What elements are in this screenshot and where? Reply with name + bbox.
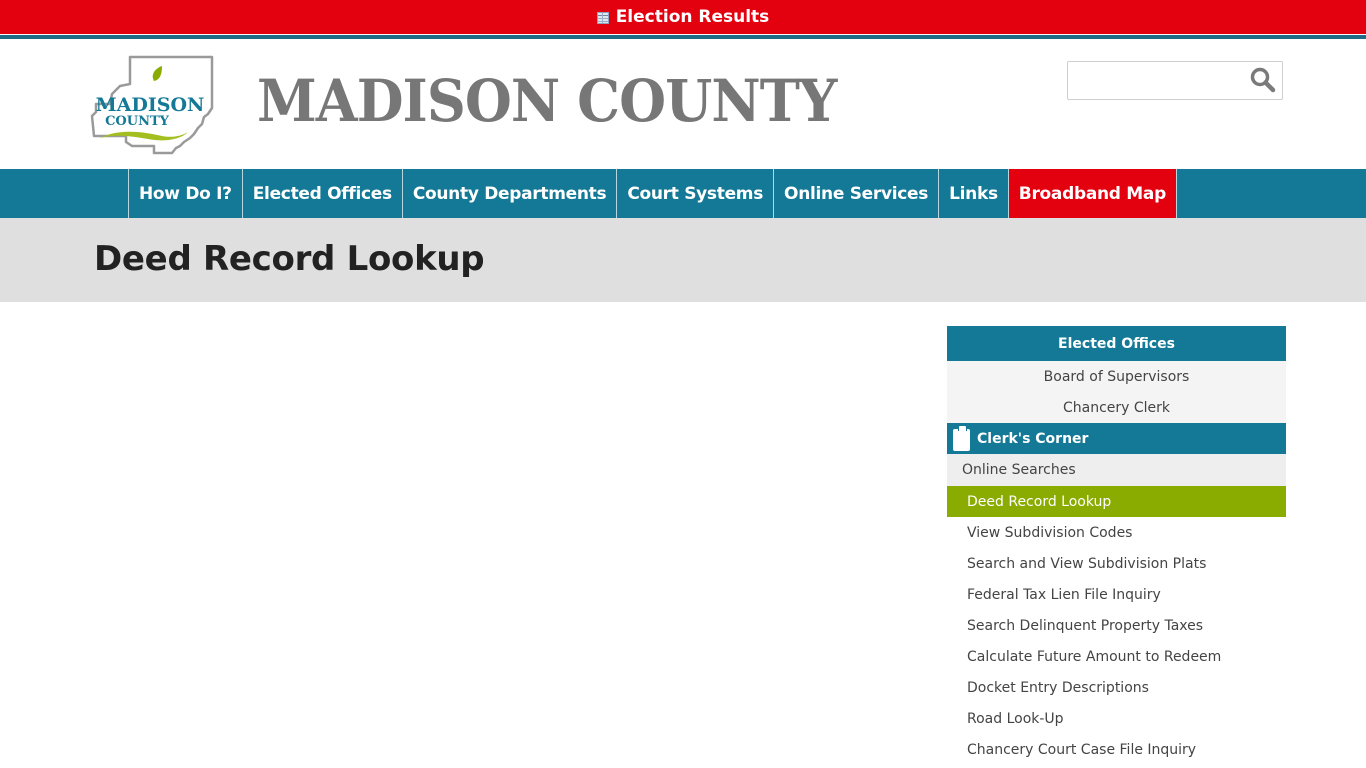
nav-item-online-services[interactable]: Online Services xyxy=(774,169,940,218)
alert-bar: Election Results xyxy=(0,0,1366,34)
table-icon xyxy=(596,12,609,24)
nav-item-court-systems[interactable]: Court Systems xyxy=(617,169,775,218)
search-icon xyxy=(1250,67,1276,93)
sidebar-link-deed-record-lookup[interactable]: Deed Record Lookup xyxy=(947,486,1286,517)
election-results-link[interactable]: Election Results xyxy=(596,7,770,27)
sidebar-link-calculate-redeem[interactable]: Calculate Future Amount to Redeem xyxy=(947,641,1286,672)
sidebar-link-docket-entry[interactable]: Docket Entry Descriptions xyxy=(947,672,1286,703)
sidebar-item-board-of-supervisors[interactable]: Board of Supervisors xyxy=(947,361,1286,392)
sidebar-header-elected-offices[interactable]: Elected Offices xyxy=(947,326,1286,361)
page-title-band: Deed Record Lookup xyxy=(0,218,1366,302)
search-box xyxy=(1067,61,1283,100)
clerks-corner-label: Clerk's Corner xyxy=(977,430,1089,447)
logo-text-county: COUNTY xyxy=(105,114,170,129)
site-title: MADISON COUNTY xyxy=(257,67,837,135)
nav-item-county-departments[interactable]: County Departments xyxy=(403,169,618,218)
logo-text-madison: MADISON xyxy=(96,94,205,116)
sidebar-subheader-clerks-corner[interactable]: Clerk's Corner xyxy=(947,423,1286,454)
nav-item-elected-offices[interactable]: Elected Offices xyxy=(243,169,403,218)
search-button[interactable] xyxy=(1248,66,1278,96)
county-logo[interactable]: MADISON COUNTY xyxy=(90,54,215,156)
page-title: Deed Record Lookup xyxy=(94,239,485,279)
sidebar-link-chancery-court-case[interactable]: Chancery Court Case File Inquiry xyxy=(947,734,1286,765)
nav-item-broadband-map[interactable]: Broadband Map xyxy=(1008,169,1177,218)
sidebar-group-online-searches[interactable]: Online Searches xyxy=(947,454,1286,486)
election-results-label: Election Results xyxy=(615,7,770,27)
sidebar-menu: Elected Offices Board of Supervisors Cha… xyxy=(947,326,1286,765)
sidebar-link-view-subdivision-codes[interactable]: View Subdivision Codes xyxy=(947,517,1286,548)
sidebar-item-chancery-clerk[interactable]: Chancery Clerk xyxy=(947,392,1286,423)
sidebar-link-delinquent-taxes[interactable]: Search Delinquent Property Taxes xyxy=(947,610,1286,641)
main-nav: How Do I? Elected Offices County Departm… xyxy=(0,169,1366,218)
sidebar-link-road-lookup[interactable]: Road Look-Up xyxy=(947,703,1286,734)
sidebar-link-federal-tax-lien[interactable]: Federal Tax Lien File Inquiry xyxy=(947,579,1286,610)
search-input[interactable] xyxy=(1068,62,1244,99)
clipboard-icon xyxy=(953,425,970,451)
nav-item-links[interactable]: Links xyxy=(939,169,1009,218)
sidebar-link-subdivision-plats[interactable]: Search and View Subdivision Plats xyxy=(947,548,1286,579)
nav-item-how-do-i[interactable]: How Do I? xyxy=(129,169,243,218)
site-header: MADISON COUNTY MADISON COUNTY xyxy=(0,39,1366,169)
